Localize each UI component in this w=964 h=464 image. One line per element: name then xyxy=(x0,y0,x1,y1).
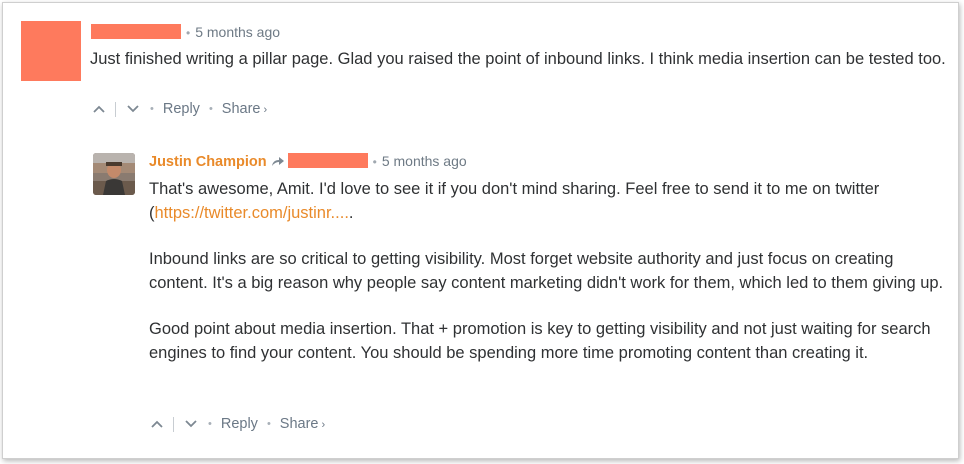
share-button[interactable]: Share › xyxy=(280,416,325,432)
reply-actions: • Reply • Share › xyxy=(149,416,325,432)
reply-paragraph-1: That's awesome, Amit. I'd love to see it… xyxy=(149,180,880,222)
avatar-photo xyxy=(93,153,135,195)
comment-thread: • 5 months ago Just finished writing a pi… xyxy=(2,2,959,459)
chevron-right-icon: › xyxy=(263,104,268,116)
share-button[interactable]: Share › xyxy=(222,101,267,117)
author-name-redacted[interactable] xyxy=(91,24,181,39)
comment-body: Just finished writing a pillar page. Gla… xyxy=(90,47,950,71)
reply-paragraph-3: Good point about media insertion. That +… xyxy=(149,320,931,362)
reply-button[interactable]: Reply xyxy=(163,101,200,117)
chevron-right-icon: › xyxy=(321,419,326,431)
reply-to-name-redacted[interactable] xyxy=(287,153,368,168)
reply-author-name[interactable]: Justin Champion xyxy=(149,154,267,170)
reply-button[interactable]: Reply xyxy=(221,416,258,432)
avatar[interactable] xyxy=(21,21,81,81)
comment-text: Just finished writing a pillar page. Gla… xyxy=(90,50,946,68)
vote-divider xyxy=(115,101,116,117)
reply-paragraph-2: Inbound links are so critical to getting… xyxy=(149,250,944,292)
reply-arrow-icon xyxy=(271,154,285,170)
chevron-up-icon[interactable] xyxy=(91,105,107,113)
comment-timestamp[interactable]: 5 months ago xyxy=(195,24,280,40)
chevron-up-icon[interactable] xyxy=(149,420,165,428)
reply-avatar[interactable] xyxy=(93,153,135,195)
chevron-down-icon[interactable] xyxy=(183,420,199,428)
reply-body: That's awesome, Amit. I'd love to see it… xyxy=(149,177,949,365)
vote-divider xyxy=(173,416,174,432)
comment-meta: • 5 months ago xyxy=(91,24,280,40)
reply-meta: Justin Champion • 5 months ago xyxy=(149,153,467,170)
reply-timestamp[interactable]: 5 months ago xyxy=(382,153,467,169)
comment-actions: • Reply • Share › xyxy=(91,101,267,117)
chevron-down-icon[interactable] xyxy=(125,105,141,113)
twitter-link[interactable]: https://twitter.com/justinr.... xyxy=(155,204,349,222)
